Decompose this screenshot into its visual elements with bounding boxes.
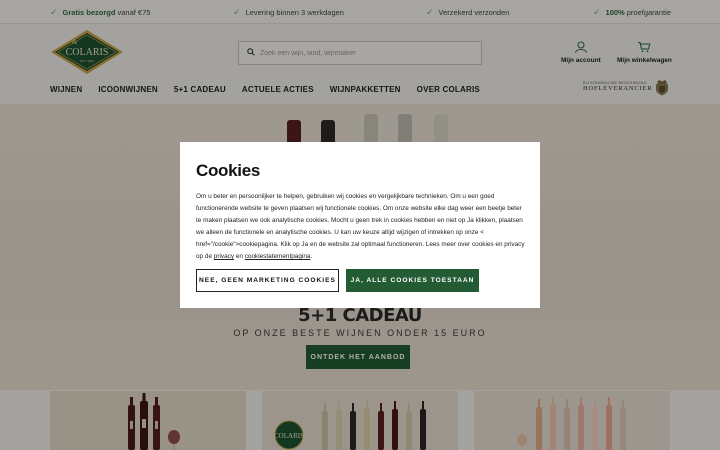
cookie-body-join: en bbox=[234, 253, 245, 261]
accept-all-cookies-button[interactable]: JA, ALLE COOKIES TOESTAAN bbox=[346, 269, 479, 292]
cookie-text: Om u beter en persoonlijker te helpen, g… bbox=[196, 191, 526, 264]
cookie-body-end: . bbox=[310, 253, 313, 261]
cookie-body-text: Om u beter en persoonlijker te helpen, g… bbox=[196, 193, 525, 261]
cookie-title: Cookies bbox=[196, 161, 261, 180]
cookie-dialog: Cookies Om u beter en persoonlijker te h… bbox=[180, 142, 540, 308]
cookie-statement-link[interactable]: cookiestatementpagina bbox=[245, 253, 311, 260]
privacy-link[interactable]: privacy bbox=[214, 253, 234, 260]
decline-marketing-cookies-button[interactable]: NEE, GEEN MARKETING COOKIES bbox=[196, 269, 339, 292]
